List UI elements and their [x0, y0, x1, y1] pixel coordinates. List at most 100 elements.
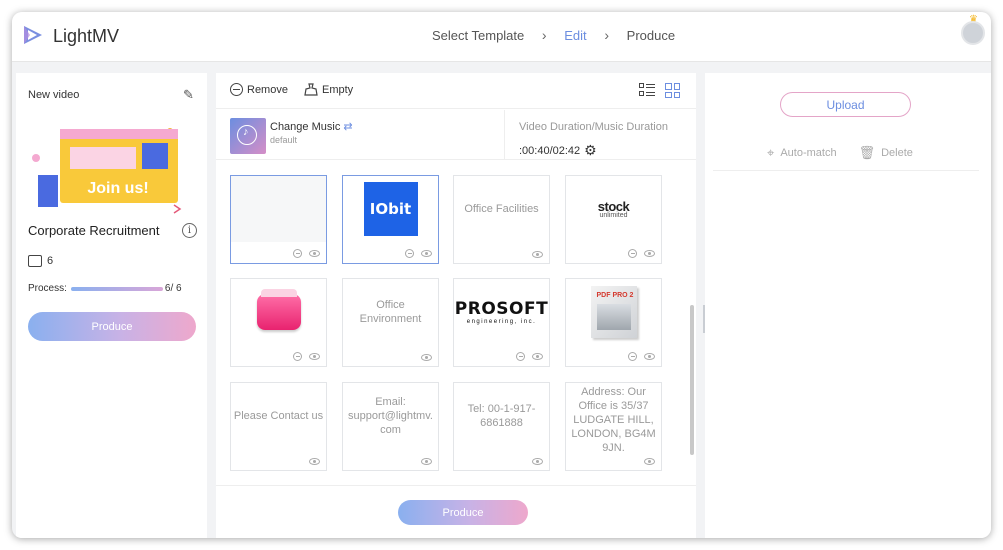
- stock-unlimited-logo: stock unlimited: [586, 182, 641, 236]
- change-music-label: Change Music: [270, 121, 341, 133]
- delete-button[interactable]: 🗑 Delete: [859, 145, 913, 161]
- tile-text: LONDON, BG4M: [571, 427, 656, 440]
- minus-icon[interactable]: [293, 352, 302, 361]
- eye-icon[interactable]: [644, 458, 655, 465]
- minus-icon[interactable]: [628, 352, 637, 361]
- image-count-value: 6: [47, 255, 54, 267]
- step-edit[interactable]: Edit: [564, 28, 586, 43]
- tile-text: support@lightmv.: [348, 410, 433, 422]
- divider: [713, 170, 979, 171]
- minus-icon[interactable]: [628, 249, 637, 258]
- pdf-pro-box-image: PDF PRO 2: [590, 286, 637, 338]
- cleanmymac-logo: [256, 289, 301, 330]
- swap-icon: ⇄: [343, 121, 353, 133]
- eye-icon[interactable]: [421, 250, 432, 257]
- auto-match-button[interactable]: ⌖ Auto-match: [767, 145, 837, 161]
- media-tile[interactable]: [230, 278, 327, 367]
- tile-text: Environment: [359, 313, 422, 325]
- minus-icon[interactable]: [293, 249, 302, 258]
- minus-icon[interactable]: [405, 249, 414, 258]
- lightmv-logo-icon: [24, 26, 42, 44]
- avatar[interactable]: [961, 21, 985, 45]
- media-tile[interactable]: PROSOFT engineering, inc.: [453, 278, 550, 367]
- chevron-right-icon: ›: [541, 27, 547, 43]
- upload-panel: Upload ⌖ Auto-match 🗑 Delete: [705, 73, 991, 538]
- remove-button[interactable]: Remove: [230, 83, 288, 96]
- media-tile[interactable]: stock unlimited: [565, 175, 662, 264]
- chevron-right-icon: ›: [604, 27, 609, 43]
- produce-button-center[interactable]: Produce: [398, 500, 528, 525]
- grid-view-icon[interactable]: [665, 83, 680, 98]
- process-value: 6/ 6: [164, 283, 182, 294]
- music-row: ♪ Change Music ⇄ default Video Duration/M…: [216, 110, 696, 160]
- media-tile[interactable]: Email: support@lightmv. com: [342, 382, 439, 471]
- step-produce[interactable]: Produce: [627, 28, 675, 43]
- upload-button[interactable]: Upload: [780, 92, 911, 117]
- minus-circle-icon: [230, 83, 243, 96]
- change-music-button[interactable]: Change Music ⇄: [270, 120, 353, 133]
- empty-label: Empty: [322, 83, 354, 96]
- image-icon: [28, 255, 42, 267]
- media-grid: IObit Office Facilities stock unlimited: [216, 161, 696, 483]
- tile-image-blank: [231, 176, 326, 242]
- eye-icon[interactable]: [644, 250, 655, 257]
- media-panel: Remove Empty ♪ Change Music ⇄ default Vi…: [216, 73, 696, 538]
- app-window: LightMV Select Template › Edit › Produce…: [12, 12, 991, 538]
- media-tile[interactable]: Office Facilities: [453, 175, 550, 264]
- media-tile[interactable]: Please Contact us: [230, 382, 327, 471]
- duration-value: :00:40/02:42: [519, 144, 581, 157]
- delete-label: Delete: [881, 147, 913, 159]
- duration-row: :00:40/02:42 ⚙: [519, 142, 597, 159]
- eye-icon[interactable]: [309, 250, 320, 257]
- eye-icon[interactable]: [532, 458, 543, 465]
- step-select-template[interactable]: Select Template: [432, 28, 524, 43]
- iobit-logo: IObit: [363, 182, 418, 236]
- tile-text: Please Contact us: [233, 410, 324, 422]
- minus-icon[interactable]: [516, 352, 525, 361]
- prosoft-logo-line1: PROSOFT: [454, 299, 549, 319]
- list-view-icon[interactable]: [639, 83, 655, 97]
- duration-label: Video Duration/Music Duration: [519, 121, 668, 133]
- media-tile[interactable]: Address: Our Office is 35/37 LUDGATE HIL…: [565, 382, 662, 471]
- tile-text: Tel: 00-1-917-: [467, 403, 536, 415]
- pencil-icon[interactable]: ✎: [183, 87, 197, 102]
- eye-icon[interactable]: [421, 354, 432, 361]
- info-icon[interactable]: i: [182, 223, 197, 238]
- media-tile[interactable]: IObit: [342, 175, 439, 264]
- media-tile[interactable]: Office Environment: [342, 278, 439, 367]
- produce-button-left[interactable]: Produce: [28, 312, 196, 341]
- tile-text: Email:: [375, 396, 406, 408]
- tile-text: com: [380, 424, 401, 436]
- eye-icon[interactable]: [309, 353, 320, 360]
- media-tile[interactable]: PDF PRO 2: [565, 278, 662, 367]
- gear-icon[interactable]: ⚙: [584, 142, 597, 159]
- auto-match-label: Auto-match: [780, 147, 837, 159]
- media-tile[interactable]: [230, 175, 327, 264]
- empty-button[interactable]: Empty: [304, 83, 353, 96]
- thumbnail-text: Join us!: [87, 180, 148, 197]
- right-actions: ⌖ Auto-match 🗑 Delete: [767, 145, 913, 161]
- prosoft-logo-line2: engineering, inc.: [466, 319, 537, 325]
- pdf-box-label: PDF PRO 2: [596, 292, 634, 299]
- eye-icon[interactable]: [309, 458, 320, 465]
- tile-text: Office is 35/37: [578, 399, 649, 412]
- tile-text: Address: Our: [581, 385, 646, 398]
- eye-icon[interactable]: [644, 353, 655, 360]
- media-toolbar: Remove Empty: [216, 73, 696, 109]
- step-breadcrumb: Select Template › Edit › Produce: [426, 27, 681, 43]
- eye-icon[interactable]: [532, 353, 543, 360]
- project-panel: New video ✎ Join us! Corporate Recruitme…: [16, 73, 207, 538]
- crosshair-icon: ⌖: [767, 145, 775, 160]
- tile-text: 6861888: [480, 417, 523, 429]
- broom-icon: [304, 83, 318, 96]
- process-row: Process: 6/ 6: [28, 283, 182, 294]
- media-tile[interactable]: Tel: 00-1-917- 6861888: [453, 382, 550, 471]
- image-count: 6: [28, 255, 53, 267]
- tile-text: LUDGATE HILL,: [573, 413, 654, 426]
- eye-icon[interactable]: [421, 458, 432, 465]
- music-note-icon[interactable]: ♪: [230, 118, 266, 154]
- media-scrollbar[interactable]: [690, 305, 694, 455]
- eye-icon[interactable]: [532, 251, 543, 258]
- tile-text: Office: [376, 299, 405, 311]
- process-bar: [70, 286, 163, 291]
